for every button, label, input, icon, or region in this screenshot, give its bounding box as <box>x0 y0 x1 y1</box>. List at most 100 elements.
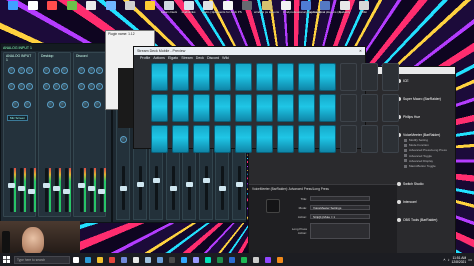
fader-handle[interactable] <box>63 189 70 194</box>
desktop-icon[interactable] <box>140 1 160 11</box>
deck-key[interactable] <box>193 63 210 91</box>
action-category[interactable]: Super Macro (BarRaider) <box>397 95 455 102</box>
bus-fader-handle[interactable] <box>120 186 127 191</box>
gain-knob[interactable] <box>82 101 89 108</box>
deck-key[interactable] <box>256 94 273 122</box>
gain-knob[interactable] <box>43 83 50 90</box>
deck-key[interactable] <box>235 63 252 91</box>
fader-handle[interactable] <box>53 186 60 191</box>
deck-key[interactable] <box>151 94 168 122</box>
fader-handle[interactable] <box>8 183 15 188</box>
deck-key[interactable] <box>193 94 210 122</box>
deck-key[interactable] <box>256 125 273 153</box>
deck-key[interactable] <box>151 63 168 91</box>
deck-key[interactable] <box>277 94 294 122</box>
deck-menu-item[interactable]: Discord <box>207 56 219 62</box>
clock[interactable]: 11:51 AM 12/8/2021 <box>452 256 467 264</box>
steam-icon[interactable] <box>142 253 154 266</box>
fader-handle[interactable] <box>18 186 25 191</box>
gain-knob[interactable] <box>18 83 25 90</box>
bus-knob[interactable] <box>120 136 127 143</box>
close-icon[interactable]: ✕ <box>359 49 362 53</box>
gain-knob[interactable] <box>78 67 85 74</box>
audition-icon[interactable] <box>202 253 214 266</box>
deck-menu-item[interactable]: Elgato <box>168 56 178 62</box>
gain-knob[interactable] <box>47 101 54 108</box>
bus-fader-handle[interactable] <box>202 178 210 183</box>
deck-key[interactable] <box>172 94 189 122</box>
deck-menu-item[interactable]: Wiki <box>222 56 229 62</box>
obs-icon[interactable] <box>130 253 142 266</box>
gain-knob[interactable] <box>78 83 85 90</box>
task-view-icon[interactable] <box>70 253 82 266</box>
gain-knob[interactable] <box>26 67 33 74</box>
word-icon[interactable] <box>226 253 238 266</box>
bus-fader-track[interactable] <box>188 166 191 210</box>
desktop-icon[interactable]: Wiki <box>354 1 374 14</box>
gain-knob[interactable] <box>18 67 25 74</box>
gain-knob[interactable] <box>53 83 60 90</box>
gain-knob[interactable] <box>43 67 50 74</box>
deck-key[interactable] <box>277 125 294 153</box>
property-input[interactable]: Strip[1].Mute = 1 <box>310 214 370 219</box>
gain-knob[interactable] <box>61 67 68 74</box>
deck-key[interactable] <box>235 125 252 153</box>
deck-key[interactable] <box>172 125 189 153</box>
speaker-icon[interactable]: ♪ <box>448 257 450 262</box>
gain-knob[interactable] <box>8 83 15 90</box>
deck-titlebar[interactable]: Stream Deck Mobile - Preview ✕ <box>134 47 365 55</box>
twitch-icon[interactable] <box>262 253 274 266</box>
deck-key[interactable] <box>340 125 357 153</box>
chrome-icon[interactable] <box>106 253 118 266</box>
fader-track[interactable] <box>80 168 83 212</box>
fader-handle[interactable] <box>28 189 35 194</box>
desktop-icon[interactable] <box>23 1 43 11</box>
file-explorer-icon[interactable] <box>94 253 106 266</box>
deck-key[interactable] <box>214 125 231 153</box>
action-item[interactable]: Advanced Press/Long Press <box>397 148 455 153</box>
desktop-icon[interactable] <box>3 1 23 11</box>
deck-key[interactable] <box>172 63 189 91</box>
desktop-icon[interactable]: Audacity <box>335 1 355 14</box>
strip-name[interactable]: ANALOG INPUT 1 <box>4 53 35 63</box>
desktop-icon[interactable] <box>42 1 62 11</box>
chevron-up-icon[interactable]: ˄ <box>443 257 445 262</box>
deck-key[interactable] <box>382 125 399 153</box>
deck-key[interactable] <box>214 94 231 122</box>
deck-key[interactable] <box>361 63 378 91</box>
mic-screen-button[interactable]: Mic Screen <box>7 115 29 121</box>
gain-knob[interactable] <box>61 83 68 90</box>
fader-handle[interactable] <box>98 189 105 194</box>
voicemeeter-icon[interactable] <box>154 253 166 266</box>
bus-fader-handle[interactable] <box>153 178 160 183</box>
vlc-icon[interactable] <box>274 253 286 266</box>
action-category[interactable]: Switch Studio <box>397 180 455 187</box>
bus-fader-handle[interactable] <box>169 186 177 191</box>
bus-fader-handle[interactable] <box>136 182 144 187</box>
deck-key[interactable] <box>151 125 168 153</box>
gain-knob[interactable] <box>88 83 95 90</box>
bus-fader-handle[interactable] <box>219 186 226 191</box>
taskbar-search-input[interactable]: Type here to search <box>14 255 70 264</box>
voicemeeter-titlebar[interactable]: ANALOG INPUT 1 <box>1 44 111 51</box>
bus-fader-track[interactable] <box>138 166 142 210</box>
deck-key[interactable] <box>382 94 399 122</box>
notification-icon[interactable]: ▭ <box>468 257 472 262</box>
excel-icon[interactable] <box>214 253 226 266</box>
deck-key[interactable] <box>235 94 252 122</box>
desktop-icon[interactable]: Steam Deck <box>159 1 179 14</box>
premiere-icon[interactable] <box>190 253 202 266</box>
gain-knob[interactable] <box>96 83 103 90</box>
action-category[interactable]: Philips Hue <box>397 113 455 120</box>
action-category[interactable]: Intercom! <box>397 198 455 205</box>
deck-menu-item[interactable]: Stream <box>181 56 193 62</box>
fader-handle[interactable] <box>88 186 95 191</box>
desktop-icon[interactable] <box>81 1 101 11</box>
desktop-icon[interactable] <box>62 1 82 11</box>
spotify-icon[interactable] <box>238 253 250 266</box>
desktop-icon[interactable] <box>101 1 121 11</box>
deck-key[interactable] <box>361 94 378 122</box>
desktop-icon[interactable]: professional plug-ins (4) <box>309 1 341 14</box>
deck-key[interactable] <box>319 63 336 91</box>
property-input[interactable] <box>310 223 370 239</box>
